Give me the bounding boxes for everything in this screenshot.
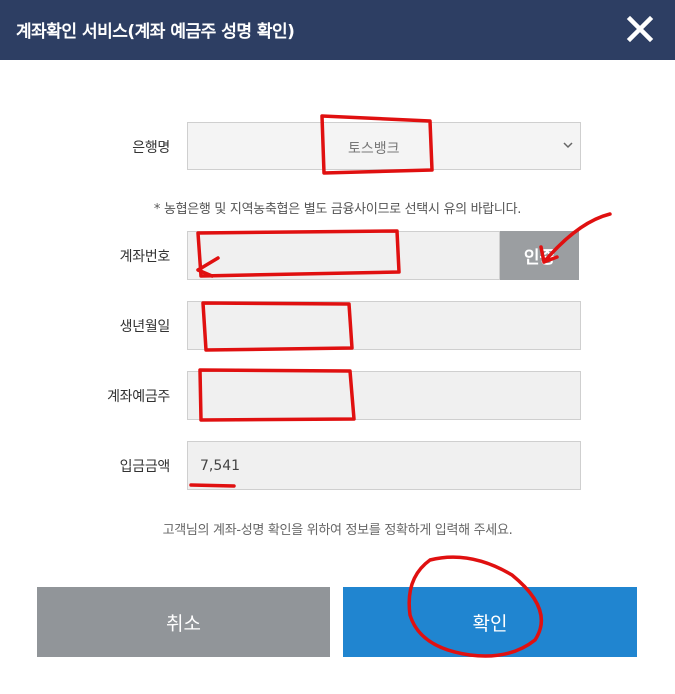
cancel-button[interactable]: 취소 xyxy=(37,587,330,657)
account-number-input[interactable] xyxy=(187,231,500,280)
bank-notice: * 농협은행 및 지역농축협은 별도 금융사이므로 선택시 유의 바랍니다. xyxy=(153,202,522,217)
dialog-title: 계좌확인 서비스(계좌 예금주 성명 확인) xyxy=(16,22,295,42)
amount-input[interactable]: 7,541 xyxy=(187,441,581,490)
dialog-header: 계좌확인 서비스(계좌 예금주 성명 확인) xyxy=(0,0,675,60)
holder-label: 계좌예금주 xyxy=(107,389,170,405)
bank-label: 은행명 xyxy=(132,140,170,156)
auth-button[interactable]: 인증 xyxy=(500,231,579,280)
birthdate-input[interactable] xyxy=(187,301,581,350)
amount-label: 입금금액 xyxy=(119,459,171,475)
amount-value: 7,541 xyxy=(200,458,241,474)
confirm-button[interactable]: 확인 xyxy=(343,587,637,657)
account-label: 계좌번호 xyxy=(119,249,171,265)
birthdate-label: 생년월일 xyxy=(119,319,171,335)
close-icon xyxy=(626,15,654,43)
account-holder-input[interactable] xyxy=(187,371,581,420)
bank-select[interactable]: 토스뱅크 xyxy=(187,122,581,170)
input-hint: 고객님의 계좌-성명 확인을 위하여 정보를 정확하게 입력해 주세요. xyxy=(162,523,513,538)
chevron-down-icon xyxy=(563,142,573,149)
bank-selected-value: 토스뱅크 xyxy=(348,141,400,157)
close-button[interactable] xyxy=(624,12,656,46)
